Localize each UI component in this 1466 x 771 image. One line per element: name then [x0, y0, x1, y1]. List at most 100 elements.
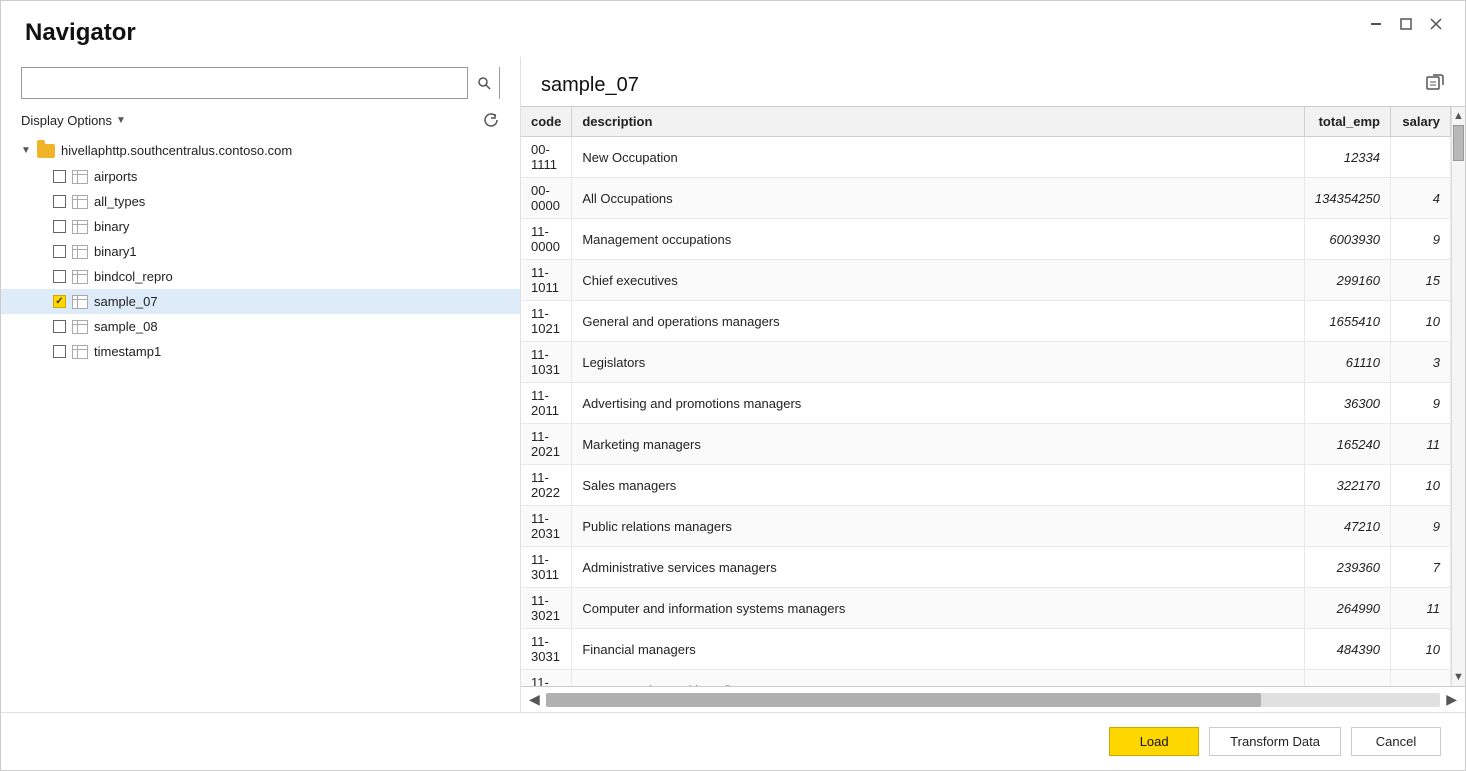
- cell-code: 11-2011: [521, 383, 572, 424]
- cell-code: 11-3041: [521, 670, 572, 687]
- item-label-binary1: binary1: [94, 244, 137, 259]
- item-label-sample-07: sample_07: [94, 294, 158, 309]
- tree-item-sample-07[interactable]: sample_07: [1, 289, 520, 314]
- cell-description: Marketing managers: [572, 424, 1305, 465]
- cell-description: Public relations managers: [572, 506, 1305, 547]
- cell-code: 11-1031: [521, 342, 572, 383]
- cell-total-emp: 47210: [1304, 506, 1390, 547]
- table-icon-sample-08: [72, 320, 88, 334]
- cell-salary: 11: [1391, 588, 1451, 629]
- checkbox-binary[interactable]: [53, 220, 66, 233]
- tree-container: ▼ hivellaphttp.southcentralus.contoso.co…: [1, 137, 520, 712]
- scroll-down-arrow[interactable]: ▼: [1453, 668, 1464, 686]
- cell-salary: 3: [1391, 342, 1451, 383]
- minimize-button[interactable]: [1367, 15, 1385, 33]
- footer: Load Transform Data Cancel: [1, 712, 1465, 770]
- checkbox-sample-07[interactable]: [53, 295, 66, 308]
- table-icon-all-types: [72, 195, 88, 209]
- cell-code: 11-3011: [521, 547, 572, 588]
- item-label-timestamp1: timestamp1: [94, 344, 161, 359]
- cell-description: New Occupation: [572, 137, 1305, 178]
- navigator-dialog: Navigator: [0, 0, 1466, 771]
- maximize-button[interactable]: [1397, 15, 1415, 33]
- cell-total-emp: 6003930: [1304, 219, 1390, 260]
- preview-title: sample_07: [541, 74, 639, 97]
- table-icon-binary: [72, 220, 88, 234]
- scroll-left-arrow[interactable]: ◀: [529, 691, 540, 708]
- display-options-button[interactable]: Display Options ▼: [21, 113, 126, 128]
- cell-description: Advertising and promotions managers: [572, 383, 1305, 424]
- cell-salary: [1391, 137, 1451, 178]
- item-label-airports: airports: [94, 169, 137, 184]
- scroll-track-horizontal[interactable]: [546, 693, 1440, 707]
- horizontal-scrollbar: ◀ ▶: [521, 686, 1465, 712]
- cell-salary: 11: [1391, 424, 1451, 465]
- cell-code: 11-1011: [521, 260, 572, 301]
- tree-server-node[interactable]: ▼ hivellaphttp.southcentralus.contoso.co…: [1, 137, 520, 164]
- table-icon-bindcol-repro: [72, 270, 88, 284]
- table-outer: code description total_emp salary 00-111…: [521, 107, 1465, 686]
- cell-salary: 8: [1391, 670, 1451, 687]
- table-scroll-inner[interactable]: code description total_emp salary 00-111…: [521, 107, 1451, 686]
- table-container: code description total_emp salary 00-111…: [521, 106, 1465, 712]
- cell-description: Compensation and benefits managers: [572, 670, 1305, 687]
- preview-icon-button[interactable]: [1425, 73, 1445, 98]
- vertical-scrollbar[interactable]: ▲ ▼: [1451, 107, 1465, 686]
- cell-total-emp: 239360: [1304, 547, 1390, 588]
- cell-code: 11-1021: [521, 301, 572, 342]
- tree-item-binary1[interactable]: binary1: [1, 239, 520, 264]
- cell-description: Management occupations: [572, 219, 1305, 260]
- cell-description: Legislators: [572, 342, 1305, 383]
- cell-total-emp: 12334: [1304, 137, 1390, 178]
- table-row: 11-1011Chief executives29916015: [521, 260, 1451, 301]
- checkbox-sample-08[interactable]: [53, 320, 66, 333]
- cell-salary: 9: [1391, 383, 1451, 424]
- close-button[interactable]: [1427, 15, 1445, 33]
- table-row: 00-1111New Occupation12334: [521, 137, 1451, 178]
- scroll-thumb-horizontal[interactable]: [546, 693, 1262, 707]
- scroll-up-arrow[interactable]: ▲: [1453, 107, 1464, 125]
- cell-code: 11-3031: [521, 629, 572, 670]
- window-controls: [1367, 15, 1445, 33]
- cell-total-emp: 41780: [1304, 670, 1390, 687]
- cell-salary: 9: [1391, 219, 1451, 260]
- cell-salary: 7: [1391, 547, 1451, 588]
- checkbox-timestamp1[interactable]: [53, 345, 66, 358]
- tree-item-sample-08[interactable]: sample_08: [1, 314, 520, 339]
- transform-data-button[interactable]: Transform Data: [1209, 727, 1341, 756]
- table-row: 11-3011Administrative services managers2…: [521, 547, 1451, 588]
- table-row: 11-3031Financial managers48439010: [521, 629, 1451, 670]
- cell-code: 11-2031: [521, 506, 572, 547]
- checkbox-all-types[interactable]: [53, 195, 66, 208]
- cell-total-emp: 134354250: [1304, 178, 1390, 219]
- cell-salary: 15: [1391, 260, 1451, 301]
- tree-item-binary[interactable]: binary: [1, 214, 520, 239]
- table-row: 11-2022Sales managers32217010: [521, 465, 1451, 506]
- folder-icon: [37, 144, 55, 158]
- search-button[interactable]: [467, 67, 499, 99]
- search-input[interactable]: [22, 68, 467, 98]
- tree-item-all-types[interactable]: all_types: [1, 189, 520, 214]
- chevron-down-icon: ▼: [116, 115, 126, 126]
- cell-description: Sales managers: [572, 465, 1305, 506]
- tree-item-airports[interactable]: airports: [1, 164, 520, 189]
- col-header-salary: salary: [1391, 107, 1451, 137]
- scroll-thumb[interactable]: [1453, 125, 1464, 161]
- tree-item-timestamp1[interactable]: timestamp1: [1, 339, 520, 364]
- load-button[interactable]: Load: [1109, 727, 1199, 756]
- checkbox-bindcol-repro[interactable]: [53, 270, 66, 283]
- cell-description: Computer and information systems manager…: [572, 588, 1305, 629]
- item-label-bindcol-repro: bindcol_repro: [94, 269, 173, 284]
- table-icon-sample-07: [72, 295, 88, 309]
- table-row: 11-1031Legislators611103: [521, 342, 1451, 383]
- cell-total-emp: 1655410: [1304, 301, 1390, 342]
- tree-item-bindcol-repro[interactable]: bindcol_repro: [1, 264, 520, 289]
- refresh-button[interactable]: [482, 111, 500, 129]
- display-options-row: Display Options ▼: [1, 107, 520, 137]
- scroll-right-arrow[interactable]: ▶: [1446, 691, 1457, 708]
- data-table: code description total_emp salary 00-111…: [521, 107, 1451, 686]
- cell-description: All Occupations: [572, 178, 1305, 219]
- cancel-button[interactable]: Cancel: [1351, 727, 1441, 756]
- checkbox-binary1[interactable]: [53, 245, 66, 258]
- checkbox-airports[interactable]: [53, 170, 66, 183]
